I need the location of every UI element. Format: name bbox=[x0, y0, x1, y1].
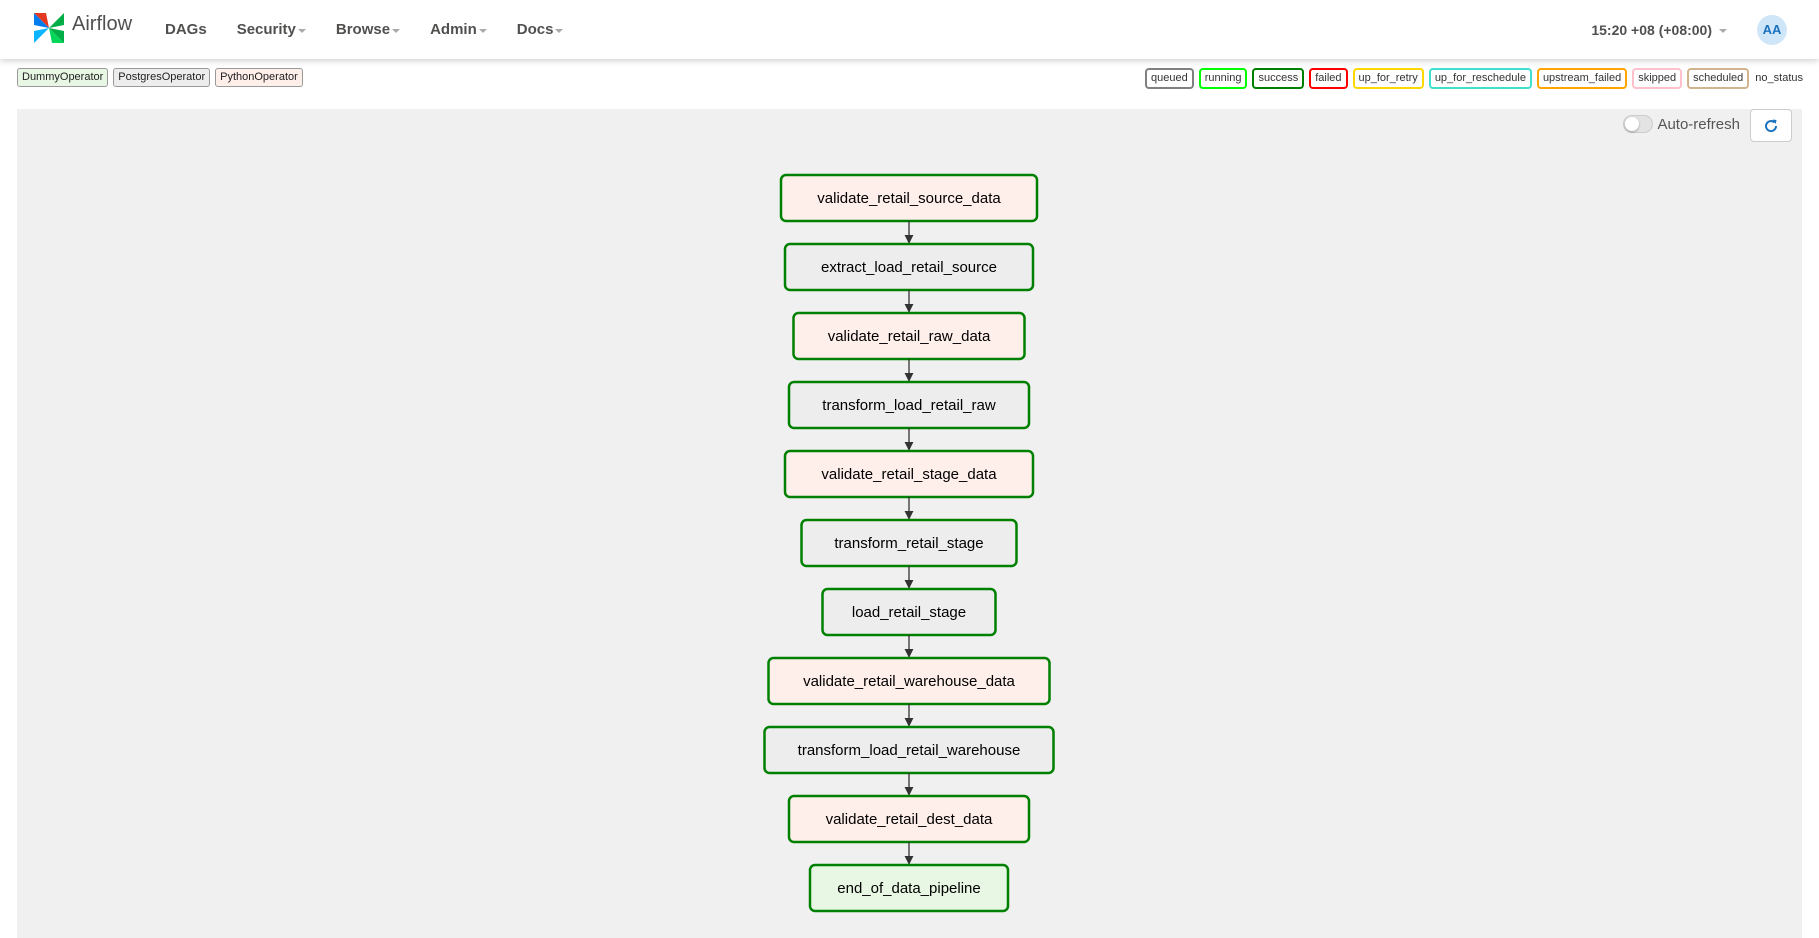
state-legend-skipped[interactable]: skipped bbox=[1632, 68, 1683, 89]
state-legend-running[interactable]: running bbox=[1198, 68, 1248, 89]
task-node[interactable]: transform_load_retail_warehouse bbox=[763, 725, 1055, 775]
state-legend-queued[interactable]: queued bbox=[1145, 68, 1194, 89]
state-legend-up-for-retry[interactable]: up_for_retry bbox=[1352, 68, 1424, 89]
task-node-label: validate_retail_raw_data bbox=[828, 328, 991, 345]
caret-down-icon bbox=[1719, 28, 1727, 33]
task-node-label: validate_retail_stage_data bbox=[821, 466, 997, 483]
legend-row: DummyOperator PostgresOperator PythonOpera… bbox=[0, 68, 1819, 89]
task-node-label: extract_load_retail_source bbox=[821, 259, 997, 276]
caret-down-icon bbox=[555, 28, 564, 33]
dag-graph: validate_retail_source_data extract_load_… bbox=[763, 173, 1055, 913]
state-legend-scheduled[interactable]: scheduled bbox=[1687, 68, 1750, 89]
menu-security-label: Security bbox=[236, 21, 296, 38]
task-node[interactable]: validate_retail_source_data bbox=[779, 173, 1039, 223]
task-node[interactable]: transform_load_retail_raw bbox=[787, 380, 1031, 430]
operator-legend-item: PythonOperator bbox=[215, 68, 303, 87]
navbar-right: 15:20 +08 (+08:00) AA bbox=[1591, 0, 1819, 59]
task-node-label: validate_retail_warehouse_data bbox=[803, 673, 1015, 690]
task-node-label: transform_load_retail_raw bbox=[822, 397, 996, 414]
refresh-button[interactable] bbox=[1750, 109, 1792, 142]
operator-legend-item: DummyOperator bbox=[17, 68, 109, 87]
refresh-icon bbox=[1765, 119, 1778, 132]
menu-admin-label: Admin bbox=[430, 21, 477, 38]
graph-panel: validate_retail_source_data extract_load_… bbox=[17, 109, 1802, 938]
task-node-label: validate_retail_source_data bbox=[817, 190, 1001, 207]
main-menu: DAGs Security Browse Admin Docs bbox=[150, 0, 578, 59]
task-node[interactable]: transform_retail_stage bbox=[800, 518, 1018, 568]
menu-admin[interactable]: Admin bbox=[415, 21, 502, 38]
menu-browse[interactable]: Browse bbox=[321, 21, 415, 38]
menu-dags[interactable]: DAGs bbox=[150, 21, 222, 38]
task-node-label: validate_retail_dest_data bbox=[826, 811, 993, 828]
state-legend-up-for-reschedule[interactable]: up_for_reschedule bbox=[1428, 68, 1532, 89]
brand-name: Airflow bbox=[72, 12, 133, 35]
task-node-label: load_retail_stage bbox=[852, 604, 966, 621]
menu-docs-label: Docs bbox=[516, 21, 554, 38]
menu-security[interactable]: Security bbox=[222, 21, 321, 38]
task-node[interactable]: extract_load_retail_source bbox=[783, 242, 1035, 292]
task-node[interactable]: end_of_data_pipeline bbox=[808, 863, 1010, 913]
brand-link[interactable]: Airflow bbox=[30, 8, 132, 48]
caret-down-icon bbox=[297, 28, 306, 33]
operator-legend: DummyOperator PostgresOperator PythonOpera… bbox=[17, 68, 308, 87]
state-legend: queued running success failed up_for_retry up… bbox=[1140, 68, 1803, 89]
timezone-clock-dropdown[interactable]: 15:20 +08 (+08:00) bbox=[1591, 22, 1727, 38]
task-node[interactable]: validate_retail_raw_data bbox=[792, 311, 1026, 361]
task-node-label: end_of_data_pipeline bbox=[837, 880, 980, 897]
menu-browse-label: Browse bbox=[335, 21, 391, 38]
navbar: Airflow DAGs Security Browse Admin Docs … bbox=[0, 0, 1819, 59]
task-node[interactable]: validate_retail_stage_data bbox=[783, 449, 1035, 499]
state-legend-upstream-failed[interactable]: upstream_failed bbox=[1536, 68, 1628, 89]
clock-text: 15:20 +08 (+08:00) bbox=[1591, 21, 1712, 38]
caret-down-icon bbox=[478, 28, 487, 33]
state-legend-failed[interactable]: failed bbox=[1309, 68, 1348, 89]
state-no-status[interactable]: no_status bbox=[1755, 70, 1803, 87]
caret-down-icon bbox=[392, 28, 401, 33]
task-node[interactable]: load_retail_stage bbox=[821, 587, 997, 637]
operator-legend-item: PostgresOperator bbox=[113, 68, 211, 87]
task-node-label: transform_retail_stage bbox=[834, 535, 983, 552]
menu-dags-label: DAGs bbox=[165, 21, 207, 38]
task-node-label: transform_load_retail_warehouse bbox=[798, 742, 1021, 759]
auto-refresh-label: Auto-refresh bbox=[1657, 115, 1740, 133]
state-legend-success[interactable]: success bbox=[1252, 68, 1305, 89]
user-avatar[interactable]: AA bbox=[1757, 14, 1787, 45]
auto-refresh-toggle[interactable] bbox=[1623, 115, 1654, 133]
airflow-logo-icon bbox=[34, 13, 64, 43]
menu-docs[interactable]: Docs bbox=[502, 21, 579, 38]
auto-refresh-control: Auto-refresh bbox=[1623, 115, 1740, 133]
task-node[interactable]: validate_retail_dest_data bbox=[787, 794, 1031, 844]
task-node[interactable]: validate_retail_warehouse_data bbox=[767, 656, 1051, 706]
